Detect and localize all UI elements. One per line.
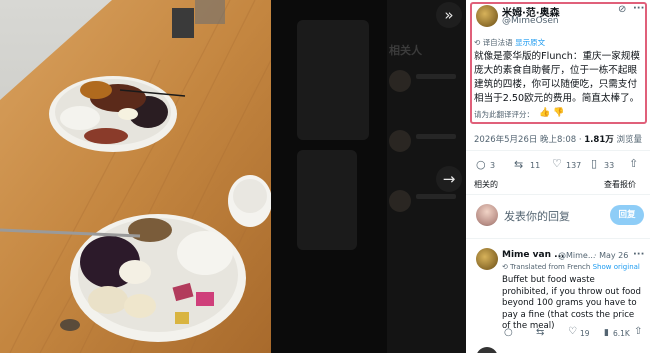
reply-text: Buffet but food waste prohibited, if you… bbox=[502, 275, 641, 332]
rate-translation-label: 请为此翻译评分： bbox=[474, 110, 534, 119]
tweet-timestamp[interactable]: 2026年5月26日 晚上8:08 bbox=[474, 135, 576, 145]
ghost-avatar bbox=[389, 70, 411, 92]
reply-author-name[interactable]: Mime van ... bbox=[502, 250, 564, 260]
thumbs-up-icon[interactable]: 👍 bbox=[539, 108, 550, 118]
reply-author-handle[interactable]: @Mime... bbox=[558, 251, 595, 260]
more-options-icon[interactable]: ··· bbox=[633, 4, 644, 14]
views-count: 1.81万 bbox=[584, 135, 614, 145]
reply-share-icon[interactable]: ⇧ bbox=[634, 327, 642, 337]
reply-count: 3 bbox=[490, 161, 496, 170]
food-photo-image bbox=[0, 0, 271, 353]
divider bbox=[466, 194, 650, 195]
ghost-image bbox=[297, 20, 369, 140]
ghost-line bbox=[416, 194, 456, 199]
tweet-timestamp-line: 2026年5月26日 晚上8:08 · 1.81万 浏览量 bbox=[474, 135, 642, 145]
collapse-panel-button[interactable]: » bbox=[436, 2, 462, 28]
translation-note: ⟲ 译自法语 显示原文 bbox=[474, 37, 545, 48]
reply-more-options-icon[interactable]: ··· bbox=[633, 250, 644, 260]
like-count: 137 bbox=[566, 161, 582, 170]
ghost-heading: 相关人 bbox=[389, 44, 422, 57]
ghost-avatar bbox=[389, 190, 411, 212]
share-icon[interactable]: ⇧ bbox=[629, 158, 638, 169]
repost-count: 11 bbox=[530, 161, 541, 170]
like-icon[interactable]: ♡ bbox=[552, 158, 562, 169]
reply-date[interactable]: · May 26 bbox=[594, 251, 628, 260]
reply-repost-icon[interactable]: ⇆ bbox=[536, 328, 544, 338]
reply-input[interactable]: 发表你的回复 bbox=[504, 208, 570, 224]
translated-label: 译自法语 bbox=[482, 38, 513, 47]
next-reply-avatar[interactable] bbox=[476, 347, 498, 353]
arrow-right-icon: → bbox=[442, 170, 456, 188]
translate-icon: ⟲ bbox=[474, 38, 481, 47]
reply-button[interactable]: 回复 bbox=[610, 205, 644, 225]
reply-views-icon[interactable]: ▮ bbox=[604, 328, 609, 338]
tweet-detail-panel: 米姆·范·奥森 @MimeOsen ⊘ ··· ⟲ 译自法语 显示原文 就像是豪… bbox=[466, 0, 650, 353]
reply-translated-label: Translated from French bbox=[510, 263, 591, 271]
author-avatar[interactable] bbox=[476, 5, 498, 27]
grok-icon[interactable]: ⊘ bbox=[618, 5, 626, 15]
translate-icon: ⟲ bbox=[502, 263, 508, 271]
food-photo[interactable] bbox=[0, 0, 271, 353]
show-original-link[interactable]: 显示原文 bbox=[515, 38, 545, 47]
divider bbox=[466, 238, 650, 239]
thumbs-down-icon[interactable]: 👎 bbox=[553, 108, 564, 118]
reply-translation-note: ⟲ Translated from French Show original bbox=[502, 263, 640, 271]
double-chevron-right-icon: » bbox=[444, 6, 454, 24]
reply-like-count: 19 bbox=[580, 329, 590, 338]
views-label: 浏览量 bbox=[616, 135, 642, 145]
reply-reply-icon[interactable]: ○ bbox=[504, 328, 513, 338]
ghost-image bbox=[297, 150, 357, 250]
bookmark-icon[interactable]: ▯ bbox=[591, 158, 597, 169]
reply-show-original-link[interactable]: Show original bbox=[593, 263, 640, 271]
reply-author-avatar[interactable] bbox=[476, 248, 498, 270]
related-link[interactable]: 相关的 bbox=[474, 179, 498, 190]
bookmark-count: 33 bbox=[604, 161, 615, 170]
tweet-text: 就像是豪华版的Flunch：重庆一家规模庞大的素食自助餐厅，位于一栋不起眼建筑的… bbox=[474, 51, 641, 104]
ghost-line bbox=[416, 74, 456, 79]
reply-views-count: 6.1K bbox=[613, 329, 630, 338]
reply-like-icon[interactable]: ♡ bbox=[568, 327, 577, 337]
ghost-avatar bbox=[389, 130, 411, 152]
user-avatar[interactable] bbox=[476, 204, 498, 226]
dimmed-background[interactable]: 相关人 » → bbox=[271, 0, 466, 353]
repost-icon[interactable]: ⇆ bbox=[514, 159, 523, 170]
view-quotes-link[interactable]: 查看报价 bbox=[604, 179, 636, 190]
ghost-line bbox=[416, 134, 456, 139]
author-handle[interactable]: @MimeOsen bbox=[502, 16, 559, 26]
next-image-button[interactable]: → bbox=[436, 166, 462, 192]
divider bbox=[466, 150, 650, 151]
reply-icon[interactable]: ○ bbox=[476, 159, 486, 170]
